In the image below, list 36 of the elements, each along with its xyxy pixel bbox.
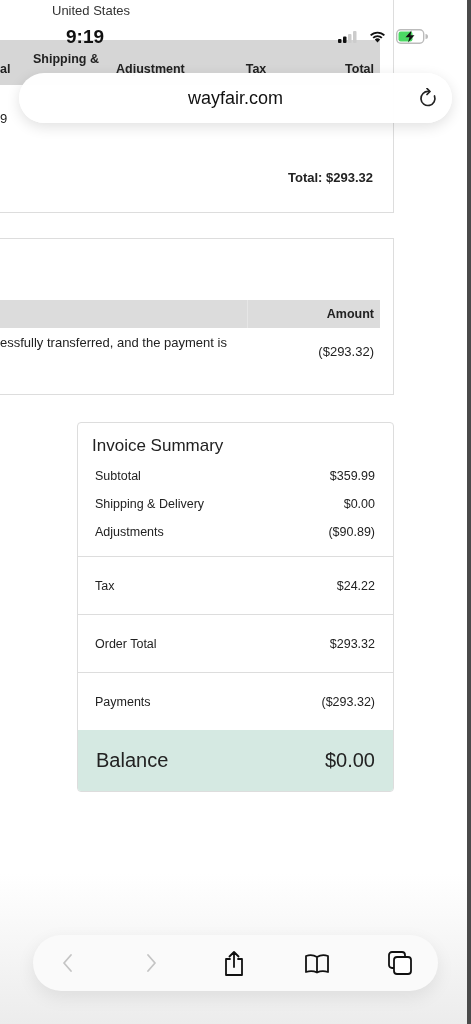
- summary-value: $293.32: [329, 636, 375, 653]
- summary-value: $0.00: [343, 496, 375, 513]
- column-header: Total: [344, 61, 375, 76]
- summary-label: Subtotal: [95, 468, 141, 485]
- payment-amount: ($293.32): [317, 344, 375, 359]
- wifi-icon: [369, 30, 386, 43]
- payment-description: essfully transferred, and the payment is: [0, 335, 228, 352]
- column-header: Tax: [244, 61, 268, 76]
- column-header: al: [0, 61, 12, 76]
- reload-icon[interactable]: [419, 88, 437, 108]
- summary-value: $359.99: [329, 468, 375, 485]
- summary-title: Invoice Summary: [91, 435, 225, 456]
- summary-value: ($90.89): [328, 524, 375, 541]
- country-label: United States: [52, 3, 131, 18]
- column-header: Shipping &: [32, 52, 100, 66]
- balance-value: $0.00: [324, 749, 375, 772]
- summary-value: ($293.32): [321, 694, 375, 711]
- tabs-icon: [388, 951, 412, 975]
- order-total: Total: $293.32: [287, 170, 373, 185]
- summary-label: Adjustments: [95, 524, 164, 541]
- column-header: Adjustment: [115, 61, 186, 76]
- back-icon: [62, 953, 74, 973]
- forward-icon: [145, 953, 157, 973]
- share-icon: [223, 950, 245, 976]
- balance-label: Balance: [96, 749, 169, 772]
- clock: 9:19: [66, 26, 105, 48]
- summary-value: $24.22: [336, 578, 375, 595]
- summary-label: Payments: [95, 694, 151, 711]
- summary-label: Order Total: [95, 636, 157, 653]
- battery-charging-icon: [396, 29, 429, 44]
- summary-label: Tax: [95, 578, 115, 595]
- column-header: Amount: [325, 306, 375, 323]
- summary-label: Shipping & Delivery: [95, 496, 205, 513]
- book-icon: [305, 952, 329, 974]
- table-cell: 9: [0, 111, 8, 126]
- address-bar[interactable]: wayfair.com: [19, 73, 452, 123]
